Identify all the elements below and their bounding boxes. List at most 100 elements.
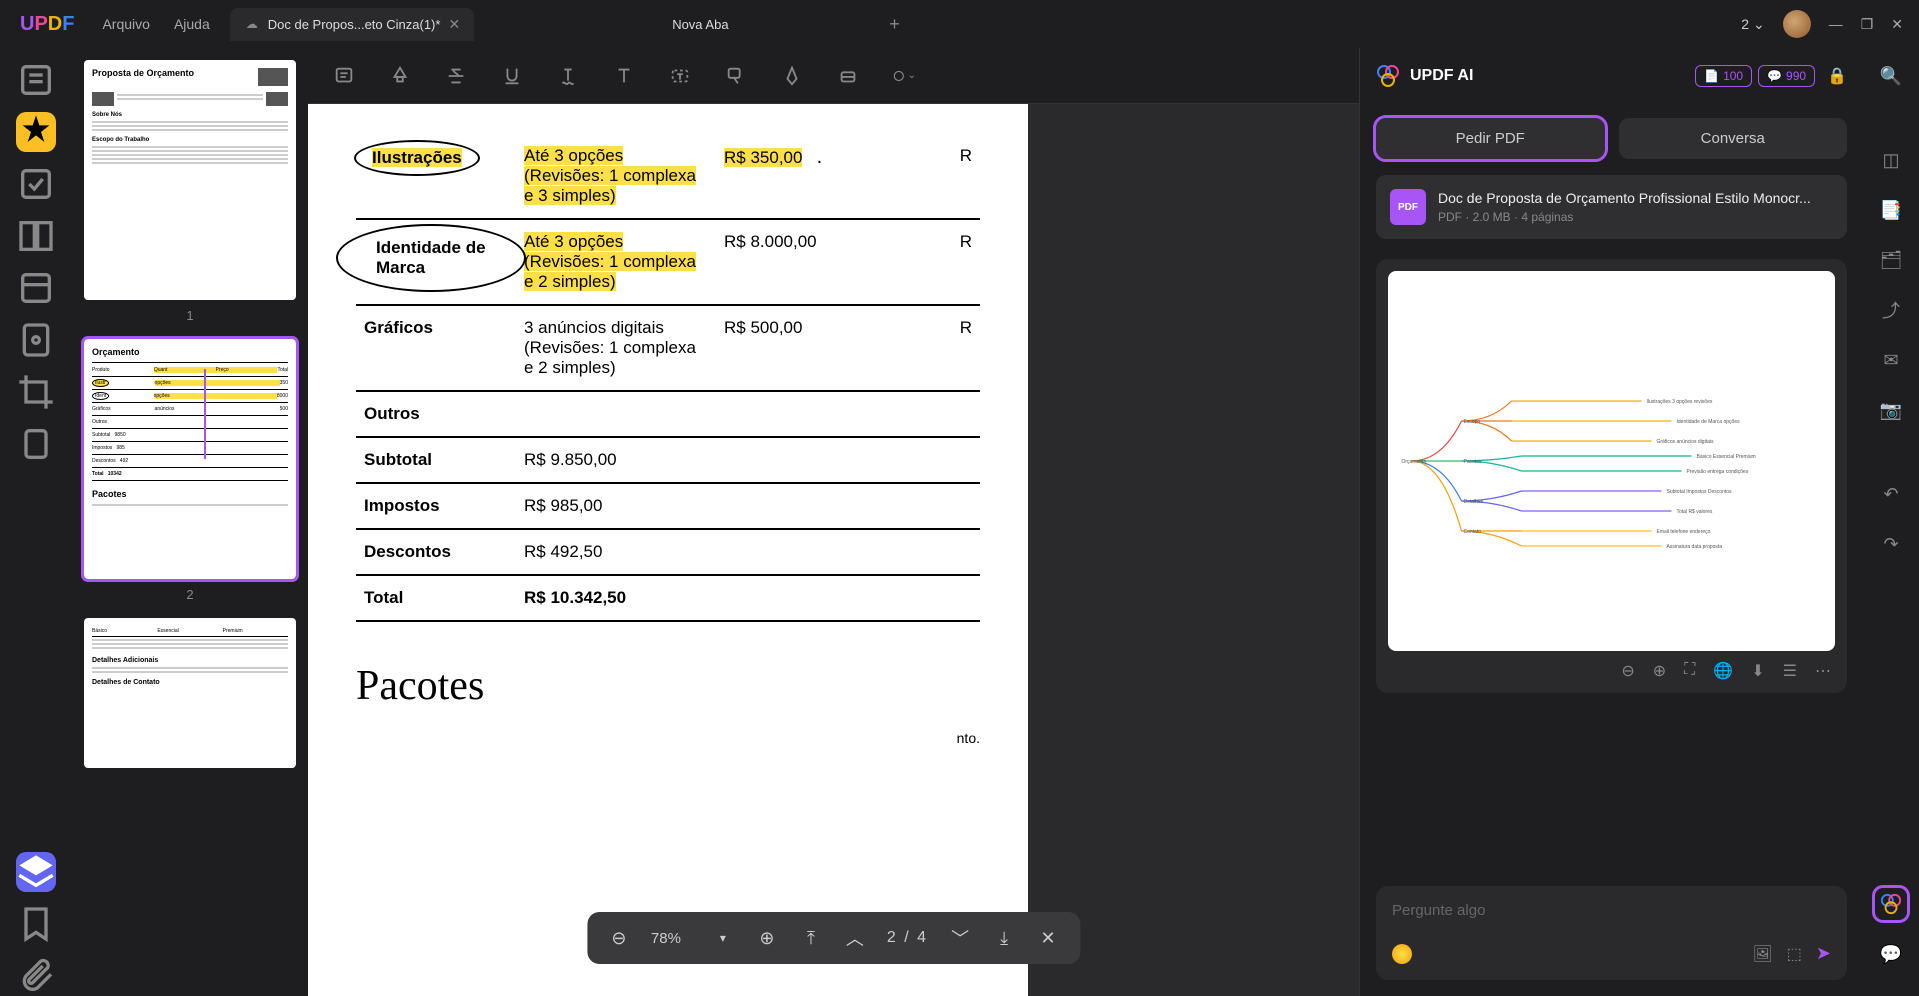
row-r: R [928,305,980,391]
close-window-icon[interactable]: ✕ [1891,16,1903,33]
zoom-percent[interactable]: 78% [651,930,691,947]
page-thumbnail-3[interactable]: BásicoEssencialPremium Detalhes Adiciona… [84,618,296,768]
close-zoom-icon[interactable]: ✕ [1036,928,1060,949]
next-page-icon[interactable]: ﹀ [948,925,972,951]
image-icon[interactable]: 🖼 [1752,944,1772,964]
callout-icon[interactable] [724,64,748,88]
window-count[interactable]: 2 ⌄ [1741,16,1764,33]
eraser-icon[interactable] [836,64,860,88]
textbox-icon[interactable] [668,64,692,88]
thumb-number: 2 [84,587,296,602]
svg-text:Gráficos anúncios digitais: Gráficos anúncios digitais [1657,439,1714,445]
row-r: R [928,219,980,305]
mindmap-fit-icon[interactable]: ⛶ [1684,661,1695,681]
ai-document-card[interactable]: PDF Doc de Proposta de Orçamento Profiss… [1376,175,1847,239]
search-icon[interactable]: 🔍 [1875,60,1907,92]
rail-reader-icon[interactable] [16,60,56,100]
menu-ajuda[interactable]: Ajuda [174,16,210,32]
rail-layers-icon[interactable] [16,852,56,892]
screenshot-icon[interactable]: 📷 [1875,394,1907,426]
svg-text:Assinatura data proposta: Assinatura data proposta [1667,544,1723,550]
mindmap-web-icon[interactable]: 🌐 [1713,661,1733,681]
rail-protect-icon[interactable] [16,320,56,360]
annotation-toolbar: ⌄ [308,48,1359,104]
rail-bookmark-icon[interactable] [16,904,56,944]
squiggly-icon[interactable] [556,64,580,88]
rail-tools-icon[interactable] [16,268,56,308]
ai-tab-pedir[interactable]: Pedir PDF [1376,118,1605,159]
section-heading: Pacotes [356,662,980,710]
crop-icon[interactable]: ⬚ [1787,944,1802,964]
strikethrough-icon[interactable] [444,64,468,88]
menu-arquivo[interactable]: Arquivo [102,16,149,32]
page-indicator[interactable]: 2 / 4 [887,929,928,947]
section-text: nto. [356,730,980,746]
row-desc: (Revisões: 1 complexa [524,338,696,357]
first-page-icon[interactable]: ⤒ [799,928,823,949]
document-page[interactable]: Ilustrações Até 3 opções(Revisões: 1 com… [308,104,1028,996]
page-thumbnail-1[interactable]: Proposta de Orçamento Sobre Nós Escopo d… [84,60,296,300]
ai-assistant-icon[interactable] [1875,888,1907,920]
row-desc: e 2 simples) [524,358,616,377]
close-icon[interactable]: ✕ [448,16,460,33]
tab-title: Nova Aba [672,17,728,32]
mindmap-preview[interactable]: Orçamento EscopoPacotesDetalhesContato I… [1388,271,1835,651]
mindmap-zoom-out-icon[interactable]: ⊖ [1621,661,1634,681]
row-value: R$ 985,00 [516,483,980,529]
row-desc: (Revisões: 1 complexa [524,252,696,271]
underline-icon[interactable] [500,64,524,88]
highlight-icon[interactable] [388,64,412,88]
maximize-icon[interactable]: ❐ [1861,16,1874,33]
minimize-icon[interactable]: — [1829,16,1843,33]
send-icon[interactable]: ➤ [1816,943,1831,964]
ai-tab-conversa[interactable]: Conversa [1619,118,1848,159]
document-tab-active[interactable]: ☁ Doc de Propos...eto Cinza(1)* ✕ [230,8,474,41]
share-icon[interactable]: ⤴ [1875,294,1907,326]
row-desc: e 3 simples) [524,186,616,205]
row-label: Subtotal [356,437,516,483]
user-avatar[interactable] [1783,10,1811,38]
document-tab-new[interactable]: Nova Aba [658,9,742,40]
rail-edit-icon[interactable] [16,164,56,204]
undo-icon[interactable]: ↶ [1875,478,1907,510]
lock-icon[interactable]: 🔒 [1827,66,1847,86]
mindmap-more-icon[interactable]: ⋯ [1815,661,1831,681]
text-icon[interactable] [612,64,636,88]
prev-page-icon[interactable]: ︿ [843,925,867,951]
ai-input-box[interactable]: Pergunte algo 🖼 ⬚ ➤ [1376,886,1847,980]
shape-icon[interactable]: ⌄ [892,64,916,88]
redo-icon[interactable]: ↷ [1875,528,1907,560]
rail-page-icon[interactable] [16,424,56,464]
row-desc: Até 3 opções [524,232,623,251]
rail-crop-icon[interactable] [16,372,56,412]
svg-text:Orçamento: Orçamento [1402,459,1427,465]
note-icon[interactable] [332,64,356,88]
rail-comment-icon[interactable] [16,112,56,152]
ai-doc-title: Doc de Proposta de Orçamento Profissiona… [1438,190,1833,206]
ai-chat-badge[interactable]: 💬 990 [1758,65,1815,87]
app-logo: UPDF [8,13,86,36]
svg-text:Email telefone endereço: Email telefone endereço [1657,529,1711,535]
mindmap-zoom-in-icon[interactable]: ⊕ [1653,661,1666,681]
lightbulb-icon[interactable] [1392,944,1412,964]
ocr-icon[interactable]: ◫ [1875,144,1907,176]
last-page-icon[interactable]: ⤓ [992,928,1016,949]
new-tab-icon[interactable]: + [887,16,903,32]
rail-attachment-icon[interactable] [16,956,56,996]
row-r: R [928,134,980,219]
pencil-icon[interactable] [780,64,804,88]
batch-icon[interactable]: 🗂 [1875,244,1907,276]
zoom-dropdown-icon[interactable]: ▾ [711,931,735,945]
zoom-out-icon[interactable]: ⊖ [607,928,631,949]
comments-icon[interactable]: 💬 [1875,938,1907,970]
row-value: R$ 492,50 [516,529,980,575]
mindmap-list-icon[interactable]: ☰ [1783,661,1797,681]
page-thumbnail-2[interactable]: Orçamento ProdutoQuantPreçoTotal Ilustro… [84,339,296,579]
svg-text:Contato: Contato [1464,529,1482,535]
zoom-in-icon[interactable]: ⊕ [755,928,779,949]
convert-icon[interactable]: 📑 [1875,194,1907,226]
ai-credits-badge[interactable]: 📄 100 [1695,65,1752,87]
email-icon[interactable]: ✉ [1875,344,1907,376]
mindmap-download-icon[interactable]: ⬇ [1751,661,1764,681]
rail-organize-icon[interactable] [16,216,56,256]
